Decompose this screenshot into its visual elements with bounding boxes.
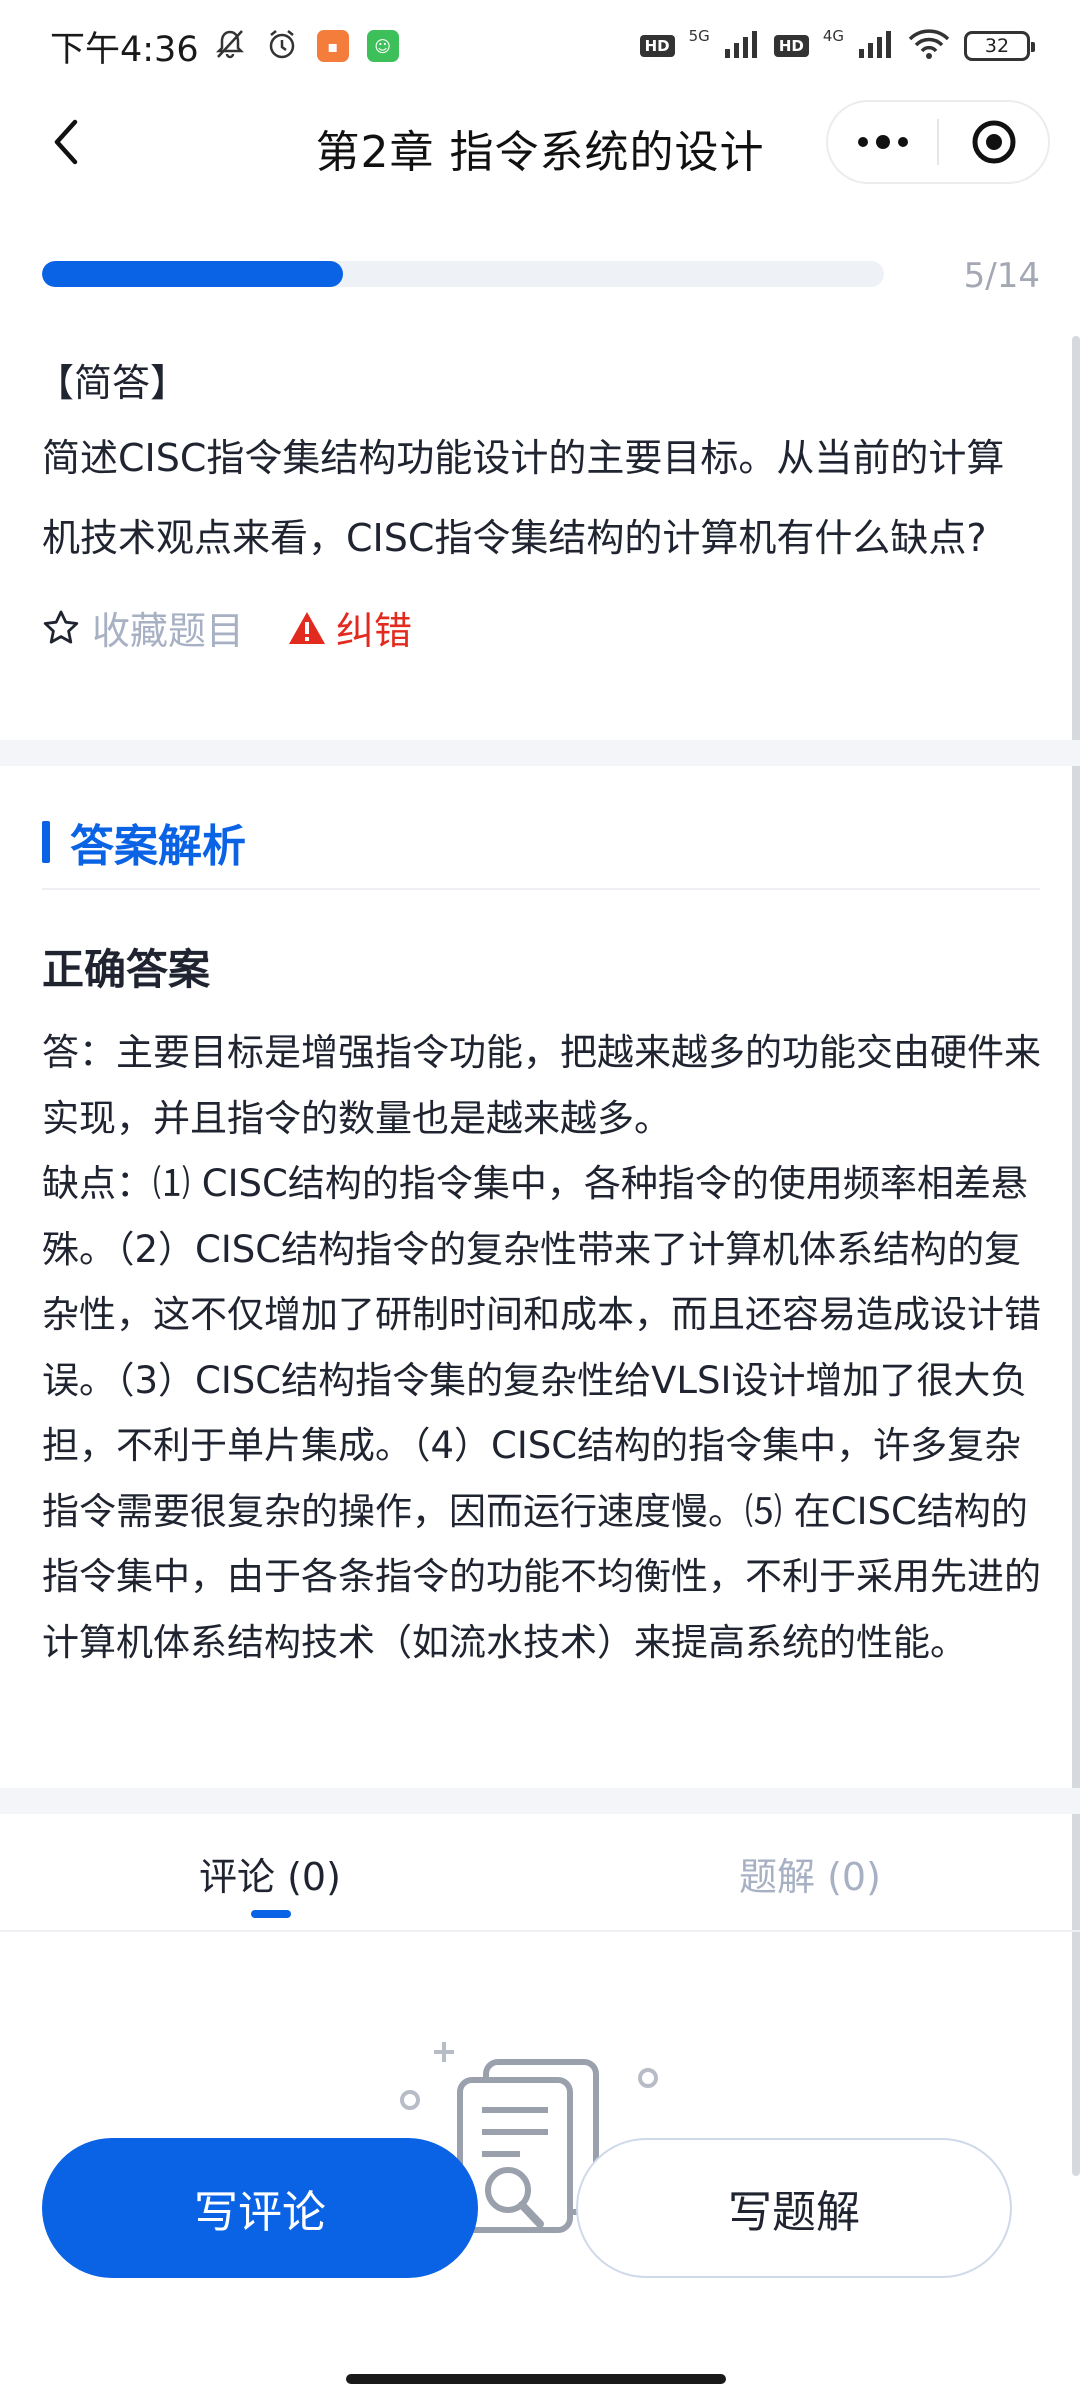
tabs-divider [0,1930,1080,1932]
report-error-button[interactable]: 纠错 [288,600,412,655]
alarm-clock-icon [265,27,299,65]
answer-section-title: 答案解析 [70,821,246,872]
status-notification-icons: ▪ ☺ [213,27,399,65]
android-app-icon: ☺ [366,30,399,62]
status-time: 下午4:36 [50,29,199,70]
hd-badge-2: HD [773,35,809,57]
signal-icon [724,29,760,63]
section-separator-2 [0,1788,1080,1814]
section-accent-bar [42,821,50,863]
mini-program-capsule [826,100,1050,184]
report-label: 纠错 [336,609,413,653]
status-bar: 下午4:36 ▪ ☺ HD 5G HD 4G 32 [0,0,1080,92]
question-text: 简述CISC指令集结构功能设计的主要目标。从当前的计算机技术观点来看，CISC指… [42,436,1005,560]
write-comment-button[interactable]: 写评论 [42,2138,478,2278]
battery-icon: 32 [964,31,1035,61]
network-4g-label: 4G [822,27,844,45]
progress-count: 5/14 [963,256,1040,296]
section-separator [0,740,1080,766]
status-system-icons: HD 5G HD 4G 32 [639,27,1035,64]
tab-comments[interactable]: 评论 (0) [0,1846,540,1901]
more-button[interactable] [828,102,937,182]
close-mini-program-button[interactable] [939,102,1048,182]
question-actions: 收藏题目 纠错 [42,600,412,655]
hd-badge: HD [639,35,675,57]
answer-body-text: 答：主要目标是增强指令功能，把越来越多的功能交由硬件来实现，并且指令的数量也是越… [42,1031,1041,1664]
favorite-button[interactable]: 收藏题目 [42,600,244,655]
active-tab-indicator [251,1910,291,1918]
target-circle-icon [972,120,1015,164]
network-5g-label: 5G [688,27,710,45]
shopping-app-icon: ▪ [316,30,349,62]
tab-solutions[interactable]: 题解 (0) [540,1846,1080,1901]
more-dots-icon [857,135,908,149]
progress-bar [42,261,884,287]
question-type: 【简答】 [36,361,189,405]
divider [42,888,1040,890]
star-icon [43,610,79,643]
progress-bar-fill [42,261,343,287]
favorite-label: 收藏题目 [92,609,245,653]
navigation-bar: 第2章 指令系统的设计 [0,92,1080,192]
wifi-icon [908,28,950,64]
signal-icon-2 [858,29,894,63]
answer-body: 答：主要目标是增强指令功能，把越来越多的功能交由硬件来实现，并且指令的数量也是越… [42,1020,1042,1675]
discussion-tabs: 评论 (0) 题解 (0) [0,1812,1080,1930]
mute-bell-icon [213,27,247,65]
write-solution-button[interactable]: 写题解 [576,2138,1012,2278]
battery-level: 32 [984,35,1010,57]
answer-section-header: 答案解析 [42,810,246,874]
home-indicator[interactable] [346,2374,726,2384]
warning-icon [289,611,326,644]
correct-answer-label: 正确答案 [42,945,211,994]
